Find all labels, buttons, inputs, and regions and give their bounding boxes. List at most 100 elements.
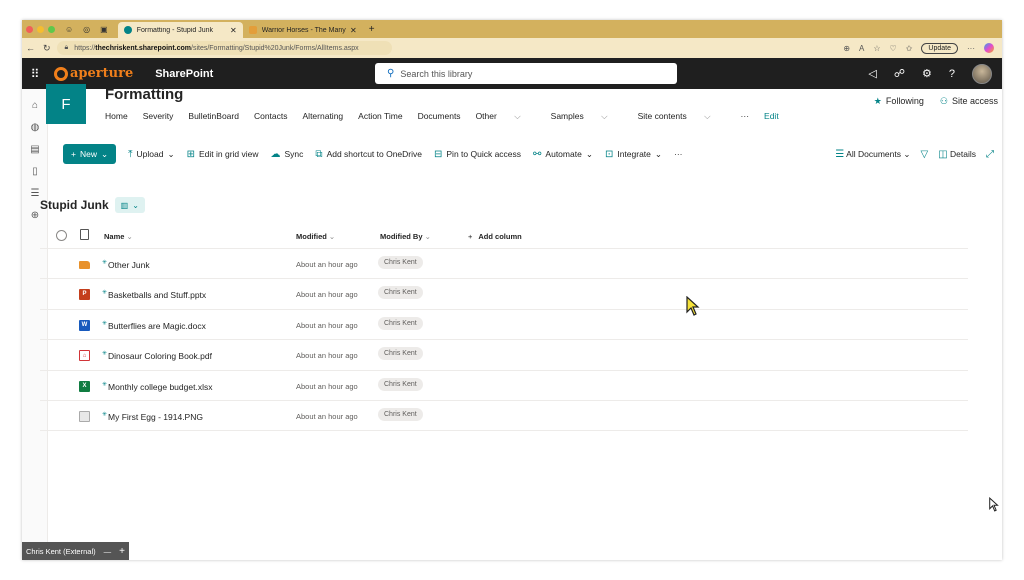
file-name[interactable]: ✳Basketballs and Stuff.pptx xyxy=(102,290,206,300)
nav-bulletinboard[interactable]: BulletinBoard xyxy=(188,111,239,122)
library-view-switch[interactable]: ▥ ⌄ xyxy=(114,197,145,213)
modified-by-pill[interactable]: Chris Kent xyxy=(378,347,423,361)
zoom-icon[interactable]: ⊕ xyxy=(843,44,850,53)
url-field[interactable]: 🔒︎ https://thechriskent.sharepoint.com/s… xyxy=(56,41,392,55)
search-placeholder: Search this library xyxy=(400,68,473,79)
following-button[interactable]: ★ Following xyxy=(874,96,924,107)
nav-edit-link[interactable]: Edit xyxy=(764,111,779,122)
app-name[interactable]: SharePoint xyxy=(155,68,213,80)
update-button[interactable]: Update xyxy=(921,42,958,54)
list-item[interactable]: P ✳Basketballs and Stuff.pptx About an h… xyxy=(40,279,968,310)
favorites-icon[interactable]: ✩ xyxy=(906,44,913,53)
files-icon[interactable]: ▯ xyxy=(22,165,48,179)
refresh-icon[interactable]: ↻ xyxy=(43,43,51,54)
suite-actions: ◁ ☍ ⚙ ? xyxy=(868,63,992,84)
read-aloud-icon[interactable]: A xyxy=(859,44,864,53)
nav-home[interactable]: Home xyxy=(105,111,128,122)
nav-documents[interactable]: Documents xyxy=(418,111,461,122)
list-item[interactable]: W ✳Butterflies are Magic.docx About an h… xyxy=(40,310,968,341)
new-button[interactable]: + New ⌄ xyxy=(63,144,117,164)
app-launcher-icon[interactable]: ⠿ xyxy=(22,67,48,81)
filter-icon[interactable]: ▽ xyxy=(920,149,928,160)
user-avatar[interactable] xyxy=(972,63,992,84)
help-icon[interactable]: ? xyxy=(949,68,955,80)
list-item[interactable]: X ✳Monthly college budget.xlsx About an … xyxy=(40,371,968,401)
integrate-button[interactable]: ⊡ Integrate ⌄ xyxy=(605,149,662,160)
new-item-icon: ✳ xyxy=(102,381,108,388)
nav-action-time[interactable]: Action Time xyxy=(358,111,402,122)
site-access-button[interactable]: ⚇ Site access xyxy=(940,96,998,107)
file-type-icon[interactable] xyxy=(80,229,89,240)
edit-grid-button[interactable]: ⊞ Edit in grid view xyxy=(187,149,259,160)
column-modified[interactable]: Modified ⌄ xyxy=(296,232,335,241)
browser-essentials-icon[interactable]: ♡ xyxy=(890,44,897,53)
maximize-window-button[interactable] xyxy=(48,25,55,33)
nav-alternating[interactable]: Alternating xyxy=(303,111,344,122)
collections-icon[interactable]: ◎ xyxy=(83,25,90,34)
brand-logo[interactable]: aperture xyxy=(54,66,133,81)
modified-by-pill[interactable]: Chris Kent xyxy=(378,377,423,391)
upload-label: Upload xyxy=(136,149,164,159)
close-window-button[interactable] xyxy=(26,25,33,33)
file-name[interactable]: ✳My First Egg - 1914.PNG xyxy=(102,412,203,422)
settings-gear-icon[interactable]: ⚙ xyxy=(922,67,932,80)
expand-icon[interactable]: ⤢ xyxy=(986,149,994,160)
modified-by-pill[interactable]: Chris Kent xyxy=(378,256,423,269)
nav-more[interactable]: ··· xyxy=(741,111,750,122)
nav-other[interactable]: Other ⌵ xyxy=(476,111,536,122)
list-item[interactable]: ✳My First Egg - 1914.PNG About an hour a… xyxy=(40,401,968,432)
nav-samples[interactable]: Samples ⌵ xyxy=(551,111,623,122)
globe-icon[interactable]: ◍ xyxy=(22,121,48,135)
news-icon[interactable]: ▤ xyxy=(22,143,48,157)
nav-site-contents[interactable]: Site contents ⌵ xyxy=(638,111,726,122)
close-tab-icon[interactable]: ✕ xyxy=(350,26,357,35)
add-shortcut-button[interactable]: ⧉ Add shortcut to OneDrive xyxy=(315,149,422,160)
back-icon[interactable]: ← xyxy=(26,43,35,54)
site-logo[interactable]: F xyxy=(46,84,86,124)
site-title[interactable]: Formatting xyxy=(105,86,183,103)
list-item[interactable]: ✳Other Junk About an hour ago Chris Kent xyxy=(40,249,968,280)
home-icon[interactable]: ⌂ xyxy=(22,99,48,113)
favorite-star-icon[interactable]: ☆ xyxy=(873,44,880,53)
more-icon[interactable]: ··· xyxy=(967,44,975,53)
file-name[interactable]: ✳Other Junk xyxy=(102,260,150,270)
details-button[interactable]: ◫ Details xyxy=(938,149,976,160)
nav-severity[interactable]: Severity xyxy=(143,111,174,122)
view-switcher[interactable]: ☰ All Documents ⌄ xyxy=(835,149,910,160)
sync-button[interactable]: ☁ Sync xyxy=(271,149,304,160)
modified-by-pill[interactable]: Chris Kent xyxy=(378,316,423,330)
minimize-window-button[interactable] xyxy=(37,25,44,33)
browser-tab-strip: ☺ ◎ ▣ Formatting - Stupid Junk ✕ Warrior… xyxy=(22,20,1002,38)
upload-button[interactable]: ⤒ Upload ⌄ xyxy=(128,149,174,160)
modified-by-pill[interactable]: Chris Kent xyxy=(378,407,423,421)
select-all-checkbox[interactable] xyxy=(56,230,67,241)
column-modified-by[interactable]: Modified By ⌄ xyxy=(380,232,431,241)
nav-contacts[interactable]: Contacts xyxy=(254,111,288,122)
file-name[interactable]: ✳Dinosaur Coloring Book.pdf xyxy=(102,351,212,361)
pin-quick-access-button[interactable]: ⊟ Pin to Quick access xyxy=(434,149,521,160)
more-commands-button[interactable]: ··· xyxy=(674,149,683,159)
modified-by-pill[interactable]: Chris Kent xyxy=(378,286,423,300)
list-item[interactable]: ⌂ ✳Dinosaur Coloring Book.pdf About an h… xyxy=(40,340,968,371)
copilot-icon[interactable] xyxy=(984,43,994,53)
image-file-icon xyxy=(79,410,90,422)
following-label: Following xyxy=(885,96,924,106)
close-tab-icon[interactable]: ✕ xyxy=(230,26,237,35)
file-name[interactable]: ✳Butterflies are Magic.docx xyxy=(102,321,206,331)
column-name[interactable]: Name ⌄ xyxy=(104,232,133,241)
megaphone-icon[interactable]: ◁ xyxy=(868,67,876,80)
tab-actions-icon[interactable]: ▣ xyxy=(100,25,108,34)
add-column-button[interactable]: + Add column xyxy=(468,232,522,241)
automate-button[interactable]: ⚯ Automate ⌄ xyxy=(533,149,593,160)
share-icon[interactable]: ☍ xyxy=(894,67,905,80)
library-title[interactable]: Stupid Junk xyxy=(40,198,109,212)
plus-icon[interactable]: + xyxy=(119,546,125,557)
new-tab-icon[interactable]: + xyxy=(369,24,375,35)
chevron-down-icon: ⌄ xyxy=(585,148,593,159)
file-name[interactable]: ✳Monthly college budget.xlsx xyxy=(102,382,212,392)
bottom-workspace-tab[interactable]: Chris Kent (External) — + xyxy=(22,542,129,560)
search-box[interactable]: ⚲ Search this library xyxy=(375,63,677,84)
profile-icon[interactable]: ☺ xyxy=(65,25,73,34)
browser-tab-active[interactable]: Formatting - Stupid Junk ✕ xyxy=(117,22,243,38)
browser-tab-inactive[interactable]: Warrior Horses - The Many-Ho ✕ xyxy=(243,22,363,38)
